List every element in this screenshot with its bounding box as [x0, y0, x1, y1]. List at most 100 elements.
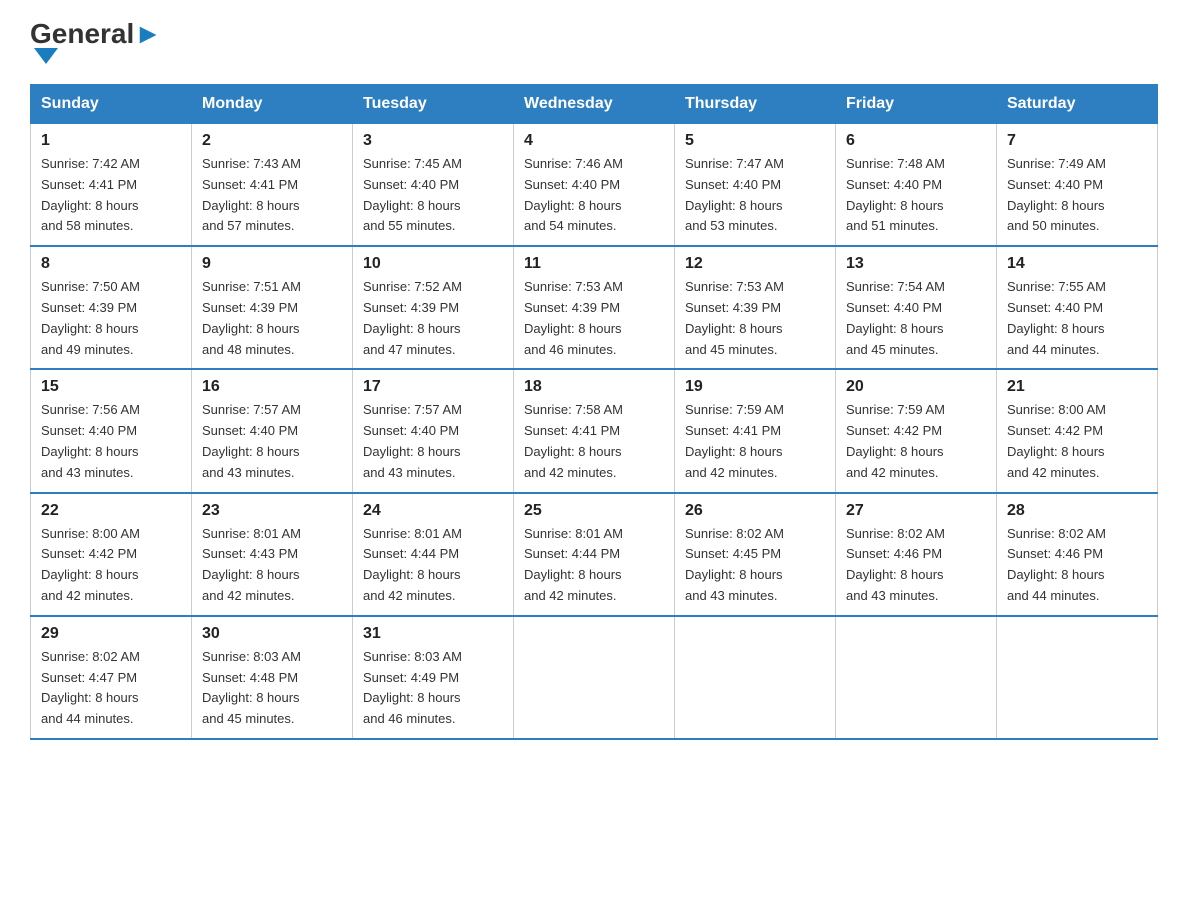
day-number: 31 — [363, 625, 503, 643]
day-info: Sunrise: 7:46 AM Sunset: 4:40 PM Dayligh… — [524, 154, 664, 237]
logo: General► — [30, 20, 162, 64]
day-number: 10 — [363, 255, 503, 273]
day-cell: 20 Sunrise: 7:59 AM Sunset: 4:42 PM Dayl… — [836, 369, 997, 492]
day-info: Sunrise: 7:42 AM Sunset: 4:41 PM Dayligh… — [41, 154, 181, 237]
day-info: Sunrise: 8:01 AM Sunset: 4:44 PM Dayligh… — [363, 524, 503, 607]
day-number: 6 — [846, 132, 986, 150]
day-number: 24 — [363, 502, 503, 520]
day-cell: 11 Sunrise: 7:53 AM Sunset: 4:39 PM Dayl… — [514, 246, 675, 369]
day-cell: 17 Sunrise: 7:57 AM Sunset: 4:40 PM Dayl… — [353, 369, 514, 492]
day-cell: 24 Sunrise: 8:01 AM Sunset: 4:44 PM Dayl… — [353, 493, 514, 616]
day-info: Sunrise: 7:51 AM Sunset: 4:39 PM Dayligh… — [202, 277, 342, 360]
day-cell — [836, 616, 997, 739]
day-info: Sunrise: 8:02 AM Sunset: 4:46 PM Dayligh… — [1007, 524, 1147, 607]
day-cell: 12 Sunrise: 7:53 AM Sunset: 4:39 PM Dayl… — [675, 246, 836, 369]
day-number: 8 — [41, 255, 181, 273]
day-cell: 26 Sunrise: 8:02 AM Sunset: 4:45 PM Dayl… — [675, 493, 836, 616]
day-info: Sunrise: 8:03 AM Sunset: 4:49 PM Dayligh… — [363, 647, 503, 730]
day-info: Sunrise: 7:59 AM Sunset: 4:41 PM Dayligh… — [685, 400, 825, 483]
day-info: Sunrise: 7:54 AM Sunset: 4:40 PM Dayligh… — [846, 277, 986, 360]
header-saturday: Saturday — [997, 85, 1158, 124]
day-number: 1 — [41, 132, 181, 150]
header-wednesday: Wednesday — [514, 85, 675, 124]
day-info: Sunrise: 8:01 AM Sunset: 4:43 PM Dayligh… — [202, 524, 342, 607]
day-info: Sunrise: 7:53 AM Sunset: 4:39 PM Dayligh… — [524, 277, 664, 360]
day-number: 20 — [846, 378, 986, 396]
day-cell: 8 Sunrise: 7:50 AM Sunset: 4:39 PM Dayli… — [31, 246, 192, 369]
day-number: 11 — [524, 255, 664, 273]
day-info: Sunrise: 8:00 AM Sunset: 4:42 PM Dayligh… — [1007, 400, 1147, 483]
day-cell: 14 Sunrise: 7:55 AM Sunset: 4:40 PM Dayl… — [997, 246, 1158, 369]
day-info: Sunrise: 7:59 AM Sunset: 4:42 PM Dayligh… — [846, 400, 986, 483]
calendar-table: SundayMondayTuesdayWednesdayThursdayFrid… — [30, 84, 1158, 740]
day-info: Sunrise: 8:02 AM Sunset: 4:45 PM Dayligh… — [685, 524, 825, 607]
week-row-3: 15 Sunrise: 7:56 AM Sunset: 4:40 PM Dayl… — [31, 369, 1158, 492]
day-cell: 27 Sunrise: 8:02 AM Sunset: 4:46 PM Dayl… — [836, 493, 997, 616]
day-number: 16 — [202, 378, 342, 396]
day-info: Sunrise: 7:52 AM Sunset: 4:39 PM Dayligh… — [363, 277, 503, 360]
day-cell: 7 Sunrise: 7:49 AM Sunset: 4:40 PM Dayli… — [997, 124, 1158, 247]
day-info: Sunrise: 7:58 AM Sunset: 4:41 PM Dayligh… — [524, 400, 664, 483]
day-number: 13 — [846, 255, 986, 273]
day-cell: 19 Sunrise: 7:59 AM Sunset: 4:41 PM Dayl… — [675, 369, 836, 492]
day-cell — [997, 616, 1158, 739]
day-info: Sunrise: 8:03 AM Sunset: 4:48 PM Dayligh… — [202, 647, 342, 730]
day-cell: 3 Sunrise: 7:45 AM Sunset: 4:40 PM Dayli… — [353, 124, 514, 247]
day-number: 18 — [524, 378, 664, 396]
day-number: 30 — [202, 625, 342, 643]
header-thursday: Thursday — [675, 85, 836, 124]
day-cell: 16 Sunrise: 7:57 AM Sunset: 4:40 PM Dayl… — [192, 369, 353, 492]
days-header-row: SundayMondayTuesdayWednesdayThursdayFrid… — [31, 85, 1158, 124]
day-cell: 2 Sunrise: 7:43 AM Sunset: 4:41 PM Dayli… — [192, 124, 353, 247]
day-info: Sunrise: 7:57 AM Sunset: 4:40 PM Dayligh… — [363, 400, 503, 483]
day-cell: 30 Sunrise: 8:03 AM Sunset: 4:48 PM Dayl… — [192, 616, 353, 739]
day-cell: 18 Sunrise: 7:58 AM Sunset: 4:41 PM Dayl… — [514, 369, 675, 492]
day-number: 14 — [1007, 255, 1147, 273]
day-number: 25 — [524, 502, 664, 520]
logo-blue-text — [30, 48, 58, 64]
logo-general-text: General► — [30, 20, 162, 48]
day-cell: 22 Sunrise: 8:00 AM Sunset: 4:42 PM Dayl… — [31, 493, 192, 616]
day-number: 2 — [202, 132, 342, 150]
day-cell: 25 Sunrise: 8:01 AM Sunset: 4:44 PM Dayl… — [514, 493, 675, 616]
day-cell: 13 Sunrise: 7:54 AM Sunset: 4:40 PM Dayl… — [836, 246, 997, 369]
header-sunday: Sunday — [31, 85, 192, 124]
day-number: 15 — [41, 378, 181, 396]
day-number: 23 — [202, 502, 342, 520]
day-cell: 23 Sunrise: 8:01 AM Sunset: 4:43 PM Dayl… — [192, 493, 353, 616]
day-cell — [675, 616, 836, 739]
day-cell: 4 Sunrise: 7:46 AM Sunset: 4:40 PM Dayli… — [514, 124, 675, 247]
day-cell: 6 Sunrise: 7:48 AM Sunset: 4:40 PM Dayli… — [836, 124, 997, 247]
day-number: 22 — [41, 502, 181, 520]
day-number: 7 — [1007, 132, 1147, 150]
day-info: Sunrise: 7:48 AM Sunset: 4:40 PM Dayligh… — [846, 154, 986, 237]
day-info: Sunrise: 8:01 AM Sunset: 4:44 PM Dayligh… — [524, 524, 664, 607]
day-info: Sunrise: 7:45 AM Sunset: 4:40 PM Dayligh… — [363, 154, 503, 237]
week-row-5: 29 Sunrise: 8:02 AM Sunset: 4:47 PM Dayl… — [31, 616, 1158, 739]
day-number: 5 — [685, 132, 825, 150]
day-info: Sunrise: 7:50 AM Sunset: 4:39 PM Dayligh… — [41, 277, 181, 360]
day-number: 4 — [524, 132, 664, 150]
day-number: 26 — [685, 502, 825, 520]
day-info: Sunrise: 7:55 AM Sunset: 4:40 PM Dayligh… — [1007, 277, 1147, 360]
day-number: 12 — [685, 255, 825, 273]
day-info: Sunrise: 7:49 AM Sunset: 4:40 PM Dayligh… — [1007, 154, 1147, 237]
week-row-1: 1 Sunrise: 7:42 AM Sunset: 4:41 PM Dayli… — [31, 124, 1158, 247]
day-info: Sunrise: 8:02 AM Sunset: 4:46 PM Dayligh… — [846, 524, 986, 607]
day-cell: 21 Sunrise: 8:00 AM Sunset: 4:42 PM Dayl… — [997, 369, 1158, 492]
day-info: Sunrise: 8:02 AM Sunset: 4:47 PM Dayligh… — [41, 647, 181, 730]
day-cell: 10 Sunrise: 7:52 AM Sunset: 4:39 PM Dayl… — [353, 246, 514, 369]
logo-triangle-icon — [34, 48, 58, 64]
header-monday: Monday — [192, 85, 353, 124]
header-tuesday: Tuesday — [353, 85, 514, 124]
day-cell — [514, 616, 675, 739]
day-cell: 31 Sunrise: 8:03 AM Sunset: 4:49 PM Dayl… — [353, 616, 514, 739]
week-row-2: 8 Sunrise: 7:50 AM Sunset: 4:39 PM Dayli… — [31, 246, 1158, 369]
day-info: Sunrise: 7:53 AM Sunset: 4:39 PM Dayligh… — [685, 277, 825, 360]
day-cell: 9 Sunrise: 7:51 AM Sunset: 4:39 PM Dayli… — [192, 246, 353, 369]
day-cell: 5 Sunrise: 7:47 AM Sunset: 4:40 PM Dayli… — [675, 124, 836, 247]
logo-accent: ► — [134, 18, 162, 49]
week-row-4: 22 Sunrise: 8:00 AM Sunset: 4:42 PM Dayl… — [31, 493, 1158, 616]
day-info: Sunrise: 7:43 AM Sunset: 4:41 PM Dayligh… — [202, 154, 342, 237]
day-cell: 15 Sunrise: 7:56 AM Sunset: 4:40 PM Dayl… — [31, 369, 192, 492]
